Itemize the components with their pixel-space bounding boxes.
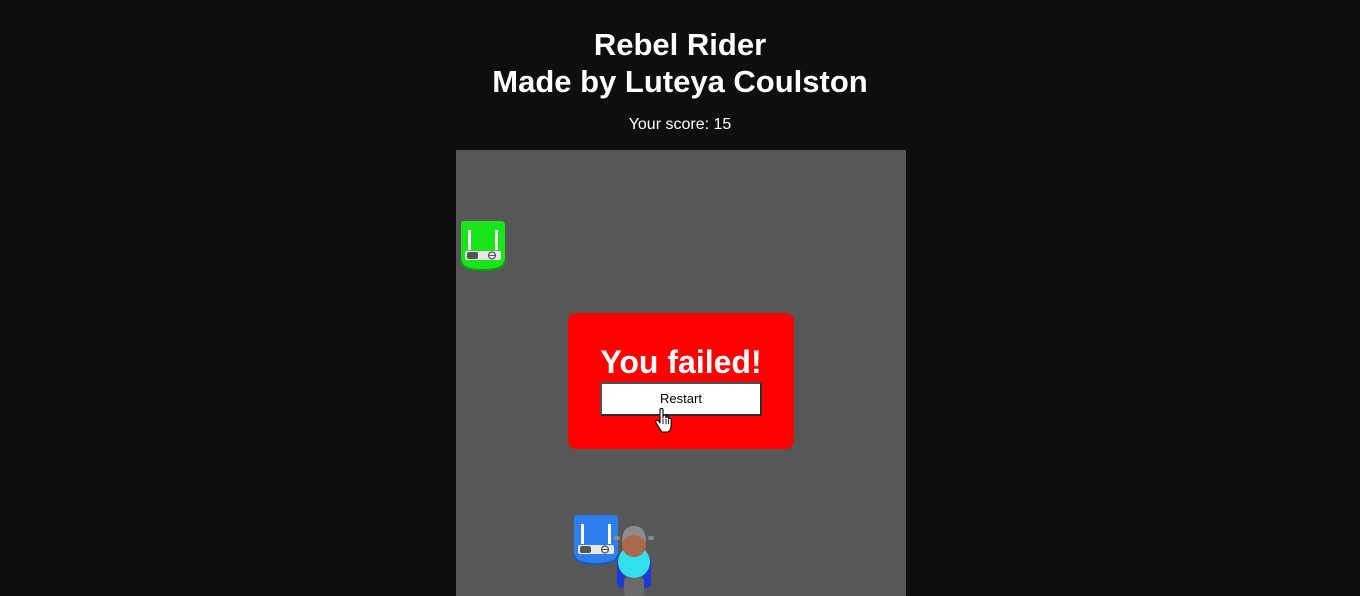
game-canvas[interactable]: You failed! Restart [456, 150, 906, 596]
fail-message: You failed! [600, 344, 762, 380]
green-car [460, 221, 506, 272]
restart-button[interactable]: Restart [600, 382, 762, 416]
game-author: Made by Luteya Coulston [492, 64, 868, 99]
fail-dialog: You failed! Restart [568, 313, 794, 449]
hand-pointer-icon [655, 408, 672, 433]
score-label: Your score: 15 [628, 116, 732, 133]
motorcycle-rider [614, 526, 654, 596]
game-title: Rebel Rider [593, 27, 767, 62]
